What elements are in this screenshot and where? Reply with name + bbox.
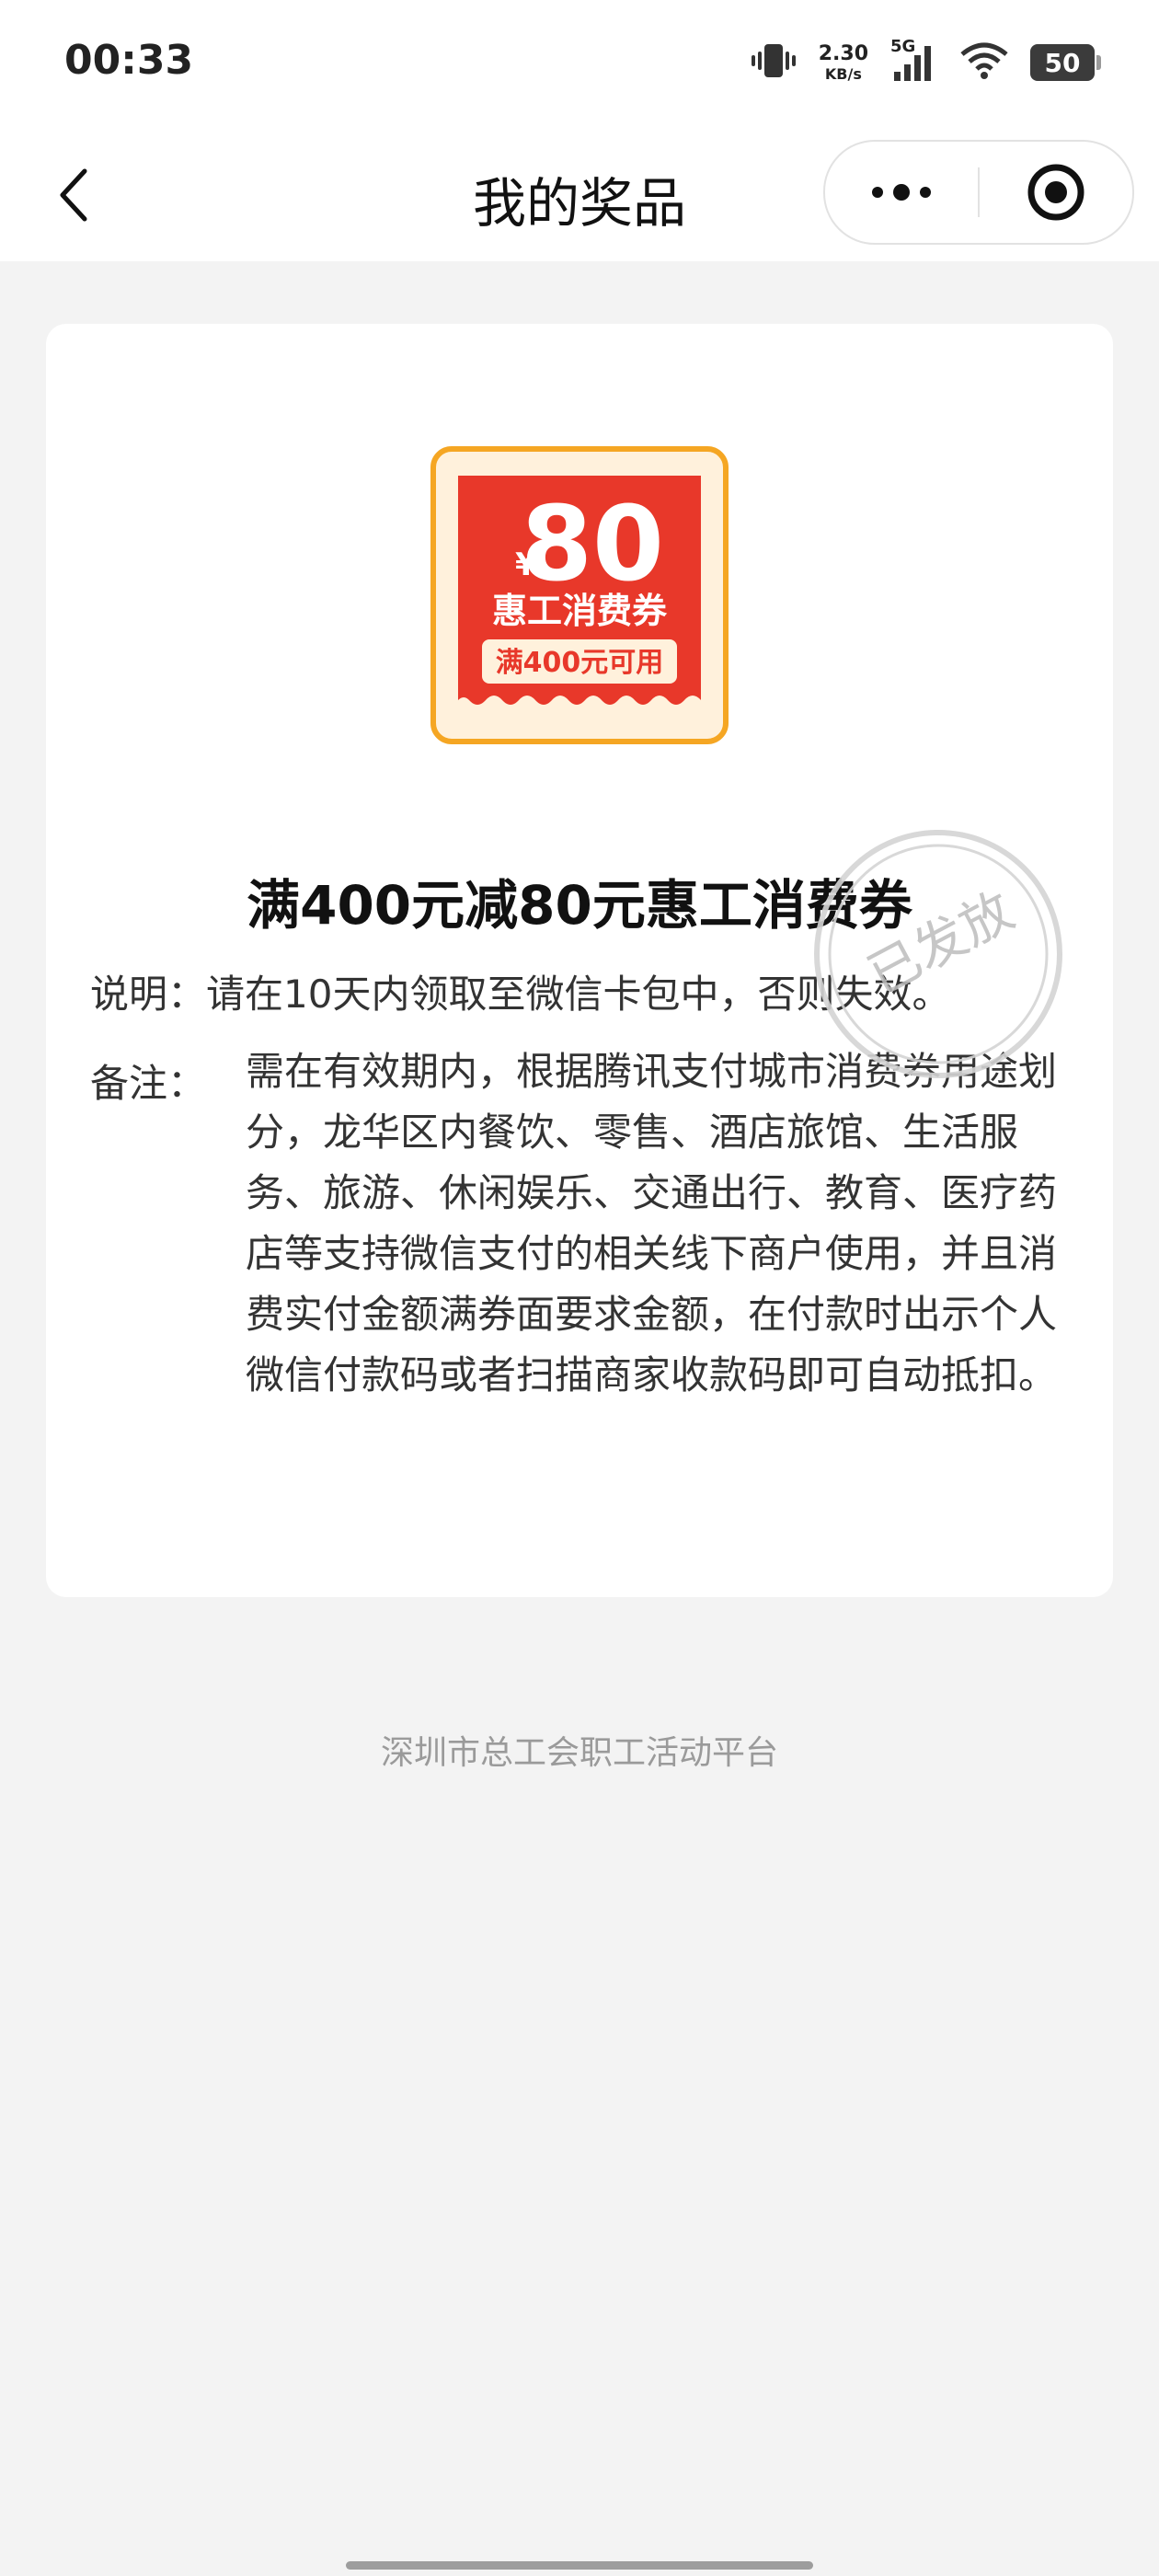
coupon-name: 惠工消费券: [492, 591, 668, 631]
battery-icon: 50: [1030, 44, 1101, 81]
home-indicator[interactable]: [346, 2561, 813, 2570]
issued-stamp: 已发放: [814, 830, 1062, 1078]
nav-bar: 我的奖品: [0, 129, 1159, 261]
status-bar: 00:33 2.30 KB/s 5G 50: [0, 0, 1159, 129]
footer-text: 深圳市总工会职工活动平台: [380, 1734, 778, 1772]
coupon-image: ¥ 80 惠工消费券 满400元可用: [430, 446, 729, 744]
signal-icon: 5G: [890, 37, 938, 85]
close-button[interactable]: [980, 142, 1132, 243]
coupon-amount: 80: [521, 485, 664, 604]
prize-card: ¥ 80 惠工消费券 满400元可用 满400元减80元惠工消费券 说明：请在1…: [46, 324, 1113, 1597]
miniprogram-capsule: [823, 140, 1134, 245]
note-text: 需在有效期内，根据腾讯支付城市消费券用途划分，龙华区内餐饮、零售、酒店旅馆、生活…: [246, 1049, 1058, 1397]
more-dots-icon: [872, 184, 931, 201]
coupon-condition: 满400元可用: [496, 647, 664, 679]
note-label: 备注：: [90, 1061, 207, 1106]
status-icons: 2.30 KB/s 5G 50: [751, 37, 1101, 88]
vibrate-icon: [751, 40, 797, 85]
net-speed: 2.30 KB/s: [818, 41, 868, 83]
battery-level: 50: [1044, 47, 1081, 78]
target-close-icon: [1027, 164, 1084, 221]
network-type: 5G: [890, 37, 916, 56]
stamp-text: 已发放: [859, 881, 1024, 1006]
net-speed-value: 2.30: [818, 41, 868, 65]
wifi-icon: [960, 41, 1008, 84]
status-time: 00:33: [64, 37, 194, 84]
more-button[interactable]: [825, 142, 978, 243]
net-speed-unit: KB/s: [824, 64, 862, 83]
